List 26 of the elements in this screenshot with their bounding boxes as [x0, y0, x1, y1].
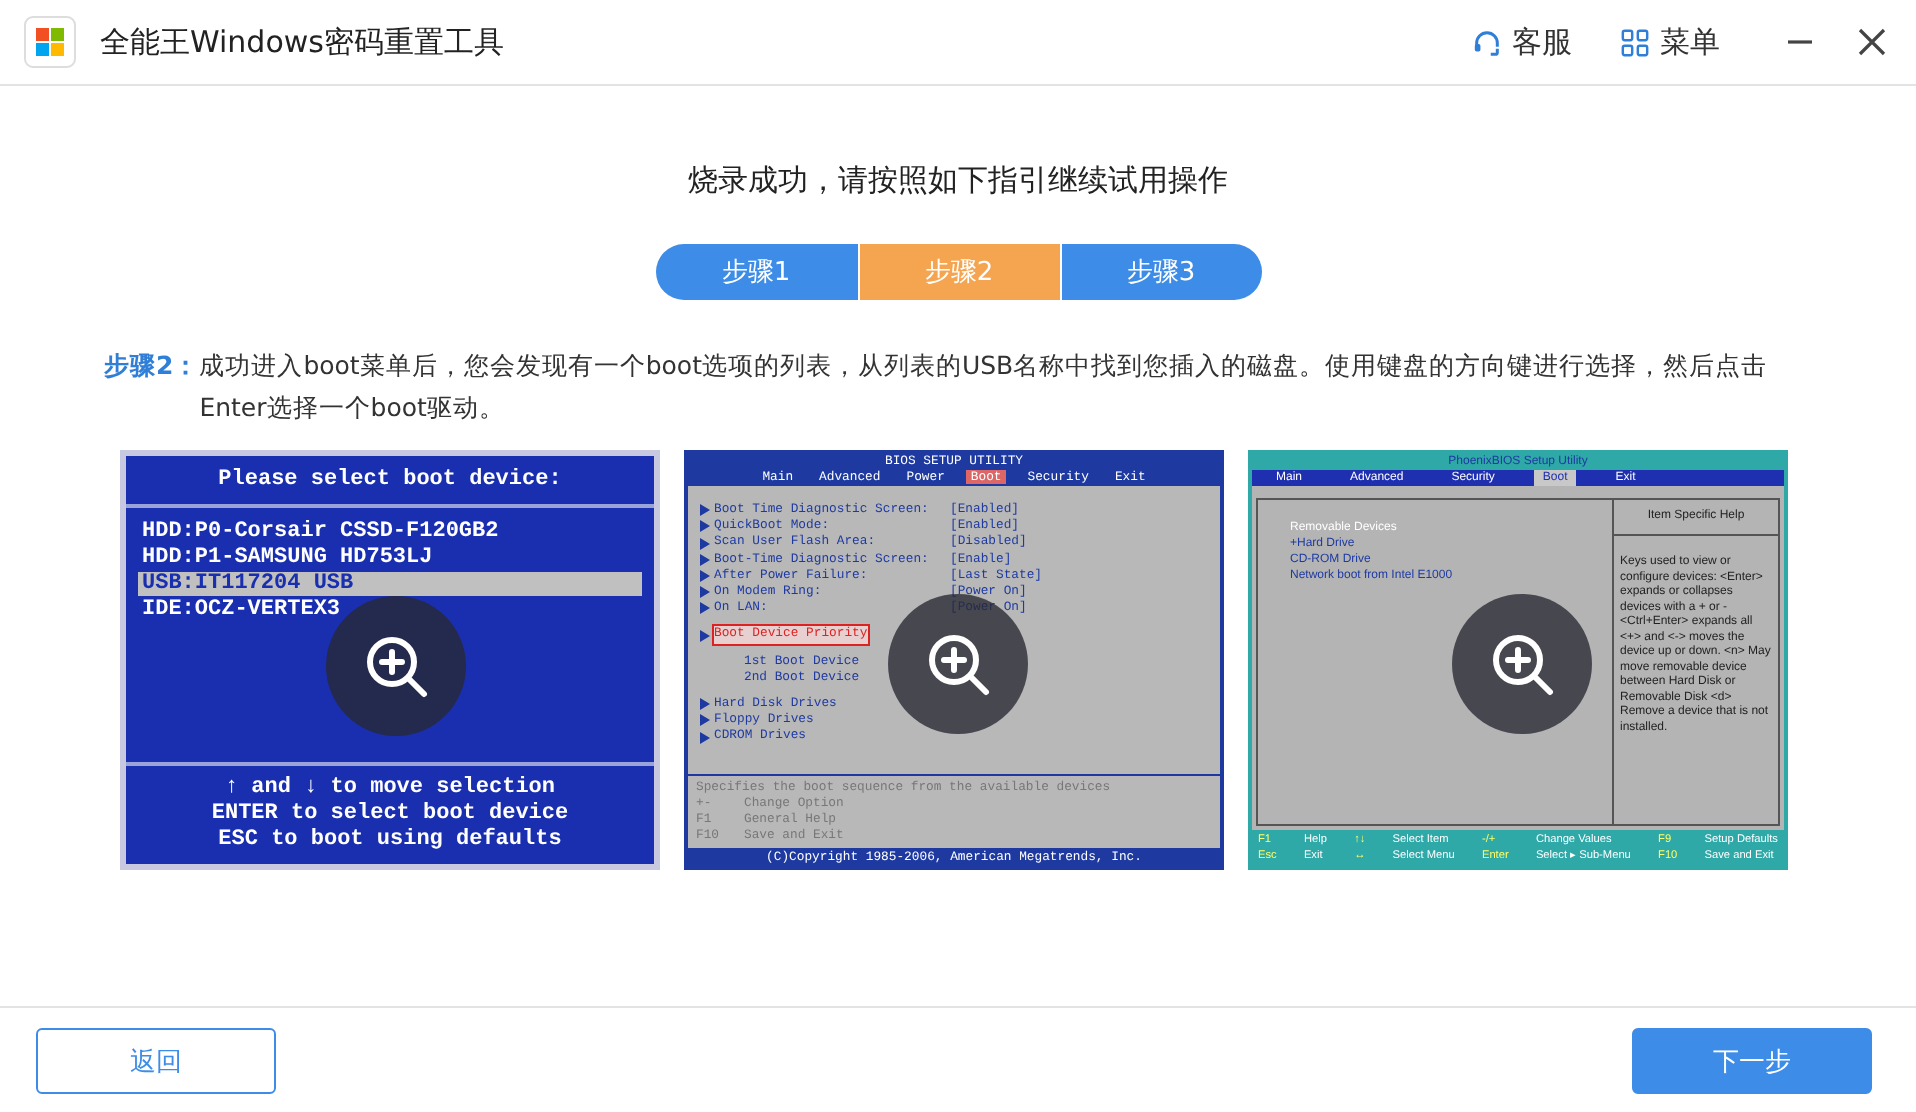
next-button[interactable]: 下一步 — [1632, 1028, 1872, 1094]
step-tab[interactable]: 步骤2 — [857, 244, 1059, 300]
help-line: ↑ and ↓ to move selection — [224, 776, 556, 802]
headset-icon — [1472, 27, 1502, 57]
zoom-icon[interactable] — [888, 594, 1028, 734]
arrow-icon — [700, 629, 710, 642]
help-line: ENTER to select boot device — [211, 802, 569, 827]
app-logo-icon — [24, 16, 76, 68]
step-tab[interactable]: 步骤1 — [655, 244, 857, 300]
zoom-icon[interactable] — [1452, 594, 1592, 734]
boot-device-item: USB:IT117204 USB — [138, 572, 642, 596]
close-icon[interactable] — [1856, 26, 1888, 58]
menu-button[interactable]: 菜单 — [1620, 23, 1720, 61]
instruction-text: 成功进入boot菜单后，您会发现有一个boot选项的列表，从列表的USB名称中找到您插入的磁盘。使用键盘的方向键进行选择，然后点击Enter选择一个boot驱动。 — [199, 348, 1770, 426]
boot-device-item: HDD:P1-SAMSUNG HD753LJ — [140, 546, 435, 570]
boot-device-item: IDE:OCZ-VERTEX3 — [140, 598, 343, 622]
window-title: 全能王Windows密码重置工具 — [100, 23, 506, 61]
help-line: ESC to boot using defaults — [218, 828, 562, 854]
grid-icon — [1620, 27, 1650, 57]
support-button[interactable]: 客服 — [1472, 23, 1572, 61]
boot-device-item: HDD:P0-Corsair CSSD-F120GB2 — [140, 520, 501, 544]
step-tab[interactable]: 步骤3 — [1059, 244, 1261, 300]
back-button[interactable]: 返回 — [36, 1028, 276, 1094]
page-heading: 烧录成功，请按照如下指引继续试用操作 — [686, 162, 1230, 200]
screen-title: Please select boot device: — [126, 456, 654, 508]
step-label: 步骤2： — [104, 348, 200, 384]
